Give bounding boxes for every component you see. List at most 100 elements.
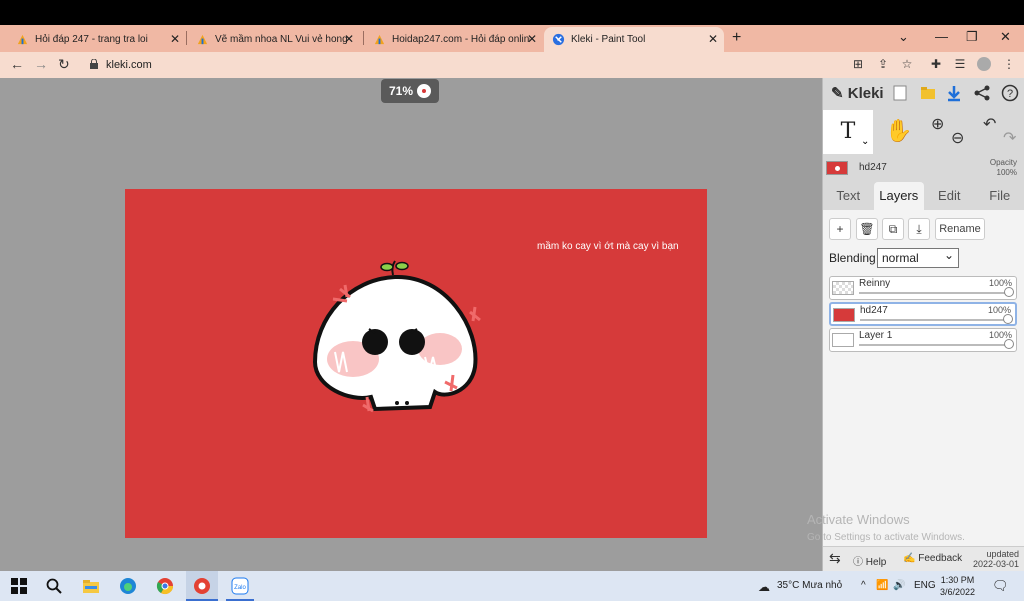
share-icon[interactable]: [973, 84, 991, 102]
zalo-taskbar-item[interactable]: Zalo: [226, 571, 254, 601]
extensions-icon[interactable]: ✚: [929, 57, 943, 71]
updated-info: updated 2022-03-01: [973, 549, 1019, 569]
tab-close-icon[interactable]: ✕: [527, 32, 537, 46]
layer-item-layer-1[interactable]: Layer 1 100%: [829, 328, 1017, 352]
tab-ve-mam-nhoa[interactable]: Vẽ mầm nhoa NL Vui vẻ hong quý ✕: [188, 27, 360, 52]
svg-text:?: ?: [1007, 88, 1013, 100]
volume-icon[interactable]: 🔊: [893, 580, 905, 591]
zoom-in-icon[interactable]: ⊕: [931, 114, 944, 134]
restore-button[interactable]: ❐: [966, 29, 978, 45]
panel-tabs: Text Layers Edit File: [823, 182, 1024, 210]
zoom-level: 71%: [389, 84, 414, 98]
lock-icon: [90, 59, 98, 69]
tab-close-icon[interactable]: ✕: [170, 32, 180, 46]
edge-browser-icon[interactable]: [119, 577, 137, 595]
layer-item-hd247[interactable]: hd247 100%: [829, 302, 1017, 326]
browser-tab-bar: Hỏi đáp 247 - trang tra loi ✕ Vẽ mầm nho…: [0, 25, 1024, 52]
hoidap-favicon-icon: [197, 34, 208, 45]
duplicate-layer-button[interactable]: ⧉: [882, 218, 904, 240]
layer-opacity-knob[interactable]: [1004, 287, 1014, 297]
tab-hoidap247-online[interactable]: Hoidap247.com - Hỏi đáp online ✕: [365, 27, 543, 52]
blending-select[interactable]: normal: [877, 246, 959, 268]
windows-start-icon[interactable]: [10, 577, 28, 595]
layer-opacity-knob[interactable]: [1004, 339, 1014, 349]
mushroom-sticker-drawing: [312, 260, 481, 413]
layer-opacity-slider[interactable]: [860, 319, 1008, 321]
more-menu-icon[interactable]: ⋮: [1002, 57, 1016, 71]
tab-kleki[interactable]: Kleki - Paint Tool ✕: [544, 27, 724, 52]
tab-hoidap-traloi[interactable]: Hỏi đáp 247 - trang tra loi ✕: [8, 27, 186, 52]
new-image-icon[interactable]: [891, 84, 909, 102]
kleki-favicon-icon: [552, 33, 565, 46]
tab-edit[interactable]: Edit: [924, 182, 975, 210]
new-tab-button[interactable]: +: [732, 29, 741, 47]
layer-name: hd247: [860, 305, 888, 316]
layer-opacity-slider[interactable]: [859, 344, 1007, 346]
layer-name: Layer 1: [859, 330, 893, 341]
minimize-button[interactable]: —: [935, 29, 948, 44]
tool-row: T ⌄ ✋ ⊕ ⊖ ↶ ↷: [823, 110, 1024, 154]
open-file-icon[interactable]: [919, 84, 937, 102]
layer-thumbnail: [832, 281, 854, 295]
chrome-icon[interactable]: [156, 577, 174, 595]
reload-icon[interactable]: ↻: [58, 56, 70, 73]
tool-dropdown-icon[interactable]: ⌄: [861, 136, 869, 147]
opacity-value: 100%: [996, 168, 1017, 177]
share-icon[interactable]: ⇪: [876, 57, 890, 71]
back-arrow-icon[interactable]: ←: [10, 56, 24, 72]
text-tool-button[interactable]: T: [823, 110, 873, 154]
add-layer-button[interactable]: +: [829, 218, 851, 240]
weather-text[interactable]: 35°C Mưa nhỏ: [777, 580, 842, 591]
media-icon[interactable]: ☰: [953, 57, 967, 71]
clock[interactable]: 1:30 PM 3/6/2022: [940, 574, 975, 598]
merge-layer-button[interactable]: ⤓: [908, 218, 930, 240]
tab-file[interactable]: File: [975, 182, 1024, 210]
profile-avatar[interactable]: [977, 57, 991, 71]
layer-opacity-slider[interactable]: [859, 292, 1007, 294]
undo-icon[interactable]: ↶: [983, 114, 996, 134]
blending-label: Blending: [829, 251, 876, 265]
opacity-label: Opacity: [989, 158, 1017, 167]
screen-top-border: [0, 0, 1024, 25]
swap-panel-icon[interactable]: ⇆: [829, 550, 841, 567]
file-explorer-icon[interactable]: [82, 577, 100, 595]
redo-icon[interactable]: ↷: [1003, 128, 1016, 148]
layer-opacity-knob[interactable]: [1003, 314, 1013, 324]
reset-zoom-icon[interactable]: [417, 84, 431, 98]
tab-layers[interactable]: Layers: [873, 182, 924, 210]
wifi-icon[interactable]: 📶: [876, 580, 888, 591]
tab-title: Hoidap247.com - Hỏi đáp online: [392, 34, 530, 45]
weather-icon[interactable]: ☁: [758, 580, 770, 594]
delete-layer-button[interactable]: 🗑: [856, 218, 878, 240]
show-hidden-icons[interactable]: ^: [861, 580, 866, 591]
notifications-icon[interactable]: 🗨: [992, 578, 1009, 594]
url-bar[interactable]: kleki.com: [80, 55, 840, 75]
opacity-readout: Opacity 100%: [990, 158, 1017, 178]
layer-item-reinny[interactable]: Reinny 100%: [829, 276, 1017, 300]
zoom-out-icon[interactable]: ⊖: [951, 128, 964, 148]
tab-text[interactable]: Text: [823, 182, 874, 210]
drawing-canvas[interactable]: mầm ko cay vì ớt mà cay vì bạn: [125, 189, 707, 538]
feedback-link[interactable]: ✍ Feedback: [903, 553, 962, 564]
current-layer-thumbnail: [826, 161, 848, 175]
forward-arrow-icon[interactable]: →: [34, 56, 48, 72]
hand-tool-icon[interactable]: ✋: [885, 118, 912, 144]
help-icon[interactable]: ?: [1001, 84, 1019, 102]
translate-icon[interactable]: ⊞: [851, 57, 865, 71]
windows-taskbar: Zalo ☁ 35°C Mưa nhỏ ^ 📶 🔊 ENG 1:30 PM 3/…: [0, 571, 1024, 601]
bookmark-star-icon[interactable]: ☆: [900, 57, 914, 71]
kleki-logo: ✎ Kleki: [831, 84, 884, 102]
close-window-button[interactable]: ✕: [1000, 29, 1011, 45]
help-link[interactable]: ⓘ Help: [853, 553, 886, 568]
canvas-area[interactable]: 71% mầm ko cay vì ớt mà cay vì bạn: [0, 78, 822, 571]
download-icon[interactable]: [945, 84, 963, 102]
language-indicator[interactable]: ENG: [914, 580, 936, 591]
zoom-indicator[interactable]: 71%: [381, 79, 439, 103]
layer-thumbnail: [833, 308, 855, 322]
chrome-active-taskbar-item[interactable]: [186, 571, 218, 601]
tab-close-icon[interactable]: ✕: [708, 32, 718, 46]
search-icon[interactable]: [45, 577, 63, 595]
tab-close-icon[interactable]: ✕: [344, 32, 354, 46]
rename-layer-button[interactable]: Rename: [935, 218, 985, 240]
tab-search-icon[interactable]: ⌄: [898, 29, 909, 45]
